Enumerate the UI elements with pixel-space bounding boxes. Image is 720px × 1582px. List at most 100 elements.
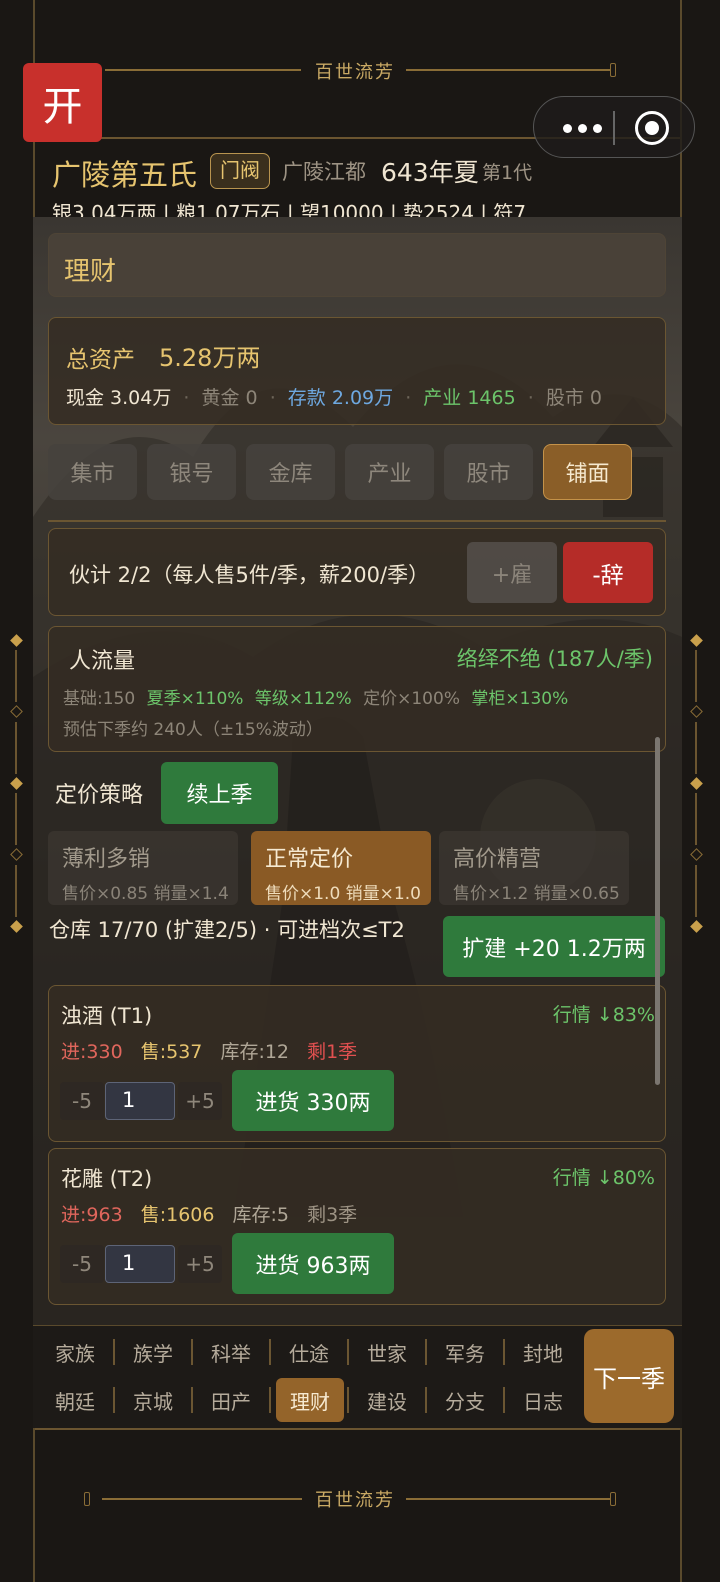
tab-industry[interactable]: 产业 — [345, 444, 434, 500]
decrease-5-button[interactable]: -5 — [60, 1082, 104, 1120]
goods-remaining: 剩1季 — [307, 1041, 358, 1063]
miniapp-capsule — [533, 96, 695, 158]
side-ornament — [695, 793, 697, 845]
nav-separator — [347, 1339, 349, 1365]
nav-separator — [425, 1339, 427, 1365]
restock-button[interactable]: 进货 963两 — [232, 1233, 394, 1294]
goods-stock: 库存:5 — [232, 1204, 290, 1226]
side-ornament — [10, 705, 23, 718]
nav-separator — [191, 1339, 193, 1365]
increase-5-button[interactable]: +5 — [178, 1245, 222, 1283]
side-ornament — [10, 920, 23, 933]
nav-item-military[interactable]: 军务 — [432, 1332, 498, 1372]
restock-button[interactable]: 进货 330两 — [232, 1070, 394, 1131]
hire-button[interactable]: +雇 — [467, 542, 557, 603]
side-ornament — [10, 848, 23, 861]
nav-item-career[interactable]: 仕途 — [276, 1332, 342, 1372]
side-ornament — [15, 793, 17, 845]
nav-item-court[interactable]: 朝廷 — [42, 1380, 108, 1420]
goods-sell-price: 售:1606 — [140, 1204, 215, 1226]
app-title: 百世流芳 — [315, 62, 395, 83]
traffic-manager: 掌柜×130% — [471, 689, 569, 709]
traffic-card: 人流量 络绎不绝 (187人/季) 基础:150 夏季×110% 等级×112%… — [48, 626, 666, 752]
tab-vault[interactable]: 金库 — [246, 444, 335, 500]
gold-amount: 黄金 0 — [201, 387, 258, 409]
pricing-option-high[interactable]: 高价精营 售价×1.2 销量×0.65 — [439, 831, 629, 905]
goods-stats: 进:330 售:537 库存:12 剩1季 — [61, 1037, 357, 1064]
more-icon[interactable] — [554, 119, 610, 137]
side-ornament — [15, 650, 17, 702]
year-label: 643年夏 — [381, 158, 479, 187]
goods-name: 浊酒 (T1) — [61, 1004, 153, 1028]
rank-tag: 门阀 — [210, 153, 270, 189]
tab-bank[interactable]: 银号 — [147, 444, 236, 500]
tab-market[interactable]: 集市 — [48, 444, 137, 500]
nav-separator — [269, 1339, 271, 1365]
goods-sell-price: 售:537 — [140, 1041, 203, 1063]
side-ornament — [10, 777, 23, 790]
side-ornament — [690, 634, 703, 647]
section-title: 理财 — [64, 257, 117, 287]
generation-label: 第1代 — [482, 162, 533, 184]
tab-stock[interactable]: 股市 — [444, 444, 533, 500]
staff-card: 伙计 2/2（每人售5件/季，薪200/季） +雇 -辞 — [48, 528, 666, 616]
nav-item-noble-families[interactable]: 世家 — [354, 1332, 420, 1372]
pricing-option-detail: 售价×1.0 销量×1.0 — [265, 884, 421, 904]
total-assets-label: 总资产 — [66, 347, 135, 373]
decrease-5-button[interactable]: -5 — [60, 1245, 104, 1283]
next-season-button[interactable]: 下一季 — [584, 1329, 674, 1423]
footer-ornament-cap — [84, 1492, 90, 1506]
nav-item-log[interactable]: 日志 — [510, 1380, 576, 1420]
nav-item-clan-school[interactable]: 族学 — [120, 1332, 186, 1372]
side-ornament — [690, 920, 703, 933]
nav-item-branches[interactable]: 分支 — [432, 1380, 498, 1420]
pricing-option-low[interactable]: 薄利多销 售价×0.85 销量×1.4 — [48, 831, 238, 905]
side-ornament — [695, 865, 697, 917]
pricing-option-title: 薄利多销 — [62, 847, 151, 872]
side-ornament — [695, 722, 697, 774]
side-ornament — [10, 634, 23, 647]
traffic-pricing: 定价×100% — [363, 689, 460, 709]
goods-stock: 库存:12 — [220, 1041, 290, 1063]
tab-shop[interactable]: 铺面 — [543, 444, 632, 500]
nav-item-exam[interactable]: 科举 — [198, 1332, 264, 1372]
content-scrollbar[interactable] — [655, 737, 660, 1085]
nav-item-farmland[interactable]: 田产 — [198, 1380, 264, 1420]
nav-item-fief[interactable]: 封地 — [510, 1332, 576, 1372]
nav-separator — [503, 1339, 505, 1365]
nav-separator — [347, 1387, 349, 1413]
quantity-input[interactable]: 1 — [105, 1082, 175, 1120]
open-badge[interactable]: 开 — [23, 63, 102, 142]
quantity-input[interactable]: 1 — [105, 1245, 175, 1283]
nav-separator — [269, 1387, 271, 1413]
staff-info: 伙计 2/2（每人售5件/季，薪200/季） — [69, 563, 430, 587]
continue-last-season-button[interactable]: 续上季 — [161, 762, 278, 824]
side-ornament — [690, 848, 703, 861]
nav-separator — [113, 1339, 115, 1365]
fire-button[interactable]: -辞 — [563, 542, 653, 603]
assets-card: 总资产 5.28万两 现金 3.04万 · 黄金 0 · 存款 2.09万 · … — [48, 317, 666, 425]
deposit-amount: 存款 2.09万 — [287, 387, 394, 409]
title-ornament-cap — [610, 63, 616, 77]
nav-item-family[interactable]: 家族 — [42, 1332, 108, 1372]
goods-buy-price: 进:330 — [61, 1041, 123, 1063]
traffic-status: 络绎不绝 (187人/季) — [456, 647, 653, 671]
expand-warehouse-button[interactable]: 扩建 +20 1.2万两 — [443, 916, 665, 977]
industry-amount: 产业 1465 — [423, 387, 516, 409]
family-name: 广陵第五氏 — [52, 158, 198, 192]
assets-breakdown: 现金 3.04万 · 黄金 0 · 存款 2.09万 · 产业 1465 · 股… — [66, 387, 602, 409]
goods-item: 花雕 (T2) 行情 ↓80% 进:963 售:1606 库存:5 剩3季 -5… — [48, 1148, 666, 1305]
pricing-option-detail: 售价×1.2 销量×0.65 — [453, 884, 620, 904]
total-assets-value: 5.28万两 — [159, 344, 261, 372]
nav-item-capital[interactable]: 京城 — [120, 1380, 186, 1420]
close-target-icon[interactable] — [635, 111, 669, 145]
section-header: 理财 — [48, 233, 666, 297]
increase-5-button[interactable]: +5 — [178, 1082, 222, 1120]
app-root: 百世流芳 开 广陵第五氏 门阀 广陵江都 643年夏 第1代 银3.04万两 |… — [0, 0, 720, 1582]
nav-item-finance[interactable]: 理财 — [276, 1378, 344, 1422]
pricing-option-normal[interactable]: 正常定价 售价×1.0 销量×1.0 — [251, 831, 431, 905]
traffic-base: 基础:150 — [63, 689, 136, 709]
nav-item-construction[interactable]: 建设 — [354, 1380, 420, 1420]
goods-market-trend: 行情 ↓80% — [552, 1167, 655, 1189]
nav-separator — [191, 1387, 193, 1413]
